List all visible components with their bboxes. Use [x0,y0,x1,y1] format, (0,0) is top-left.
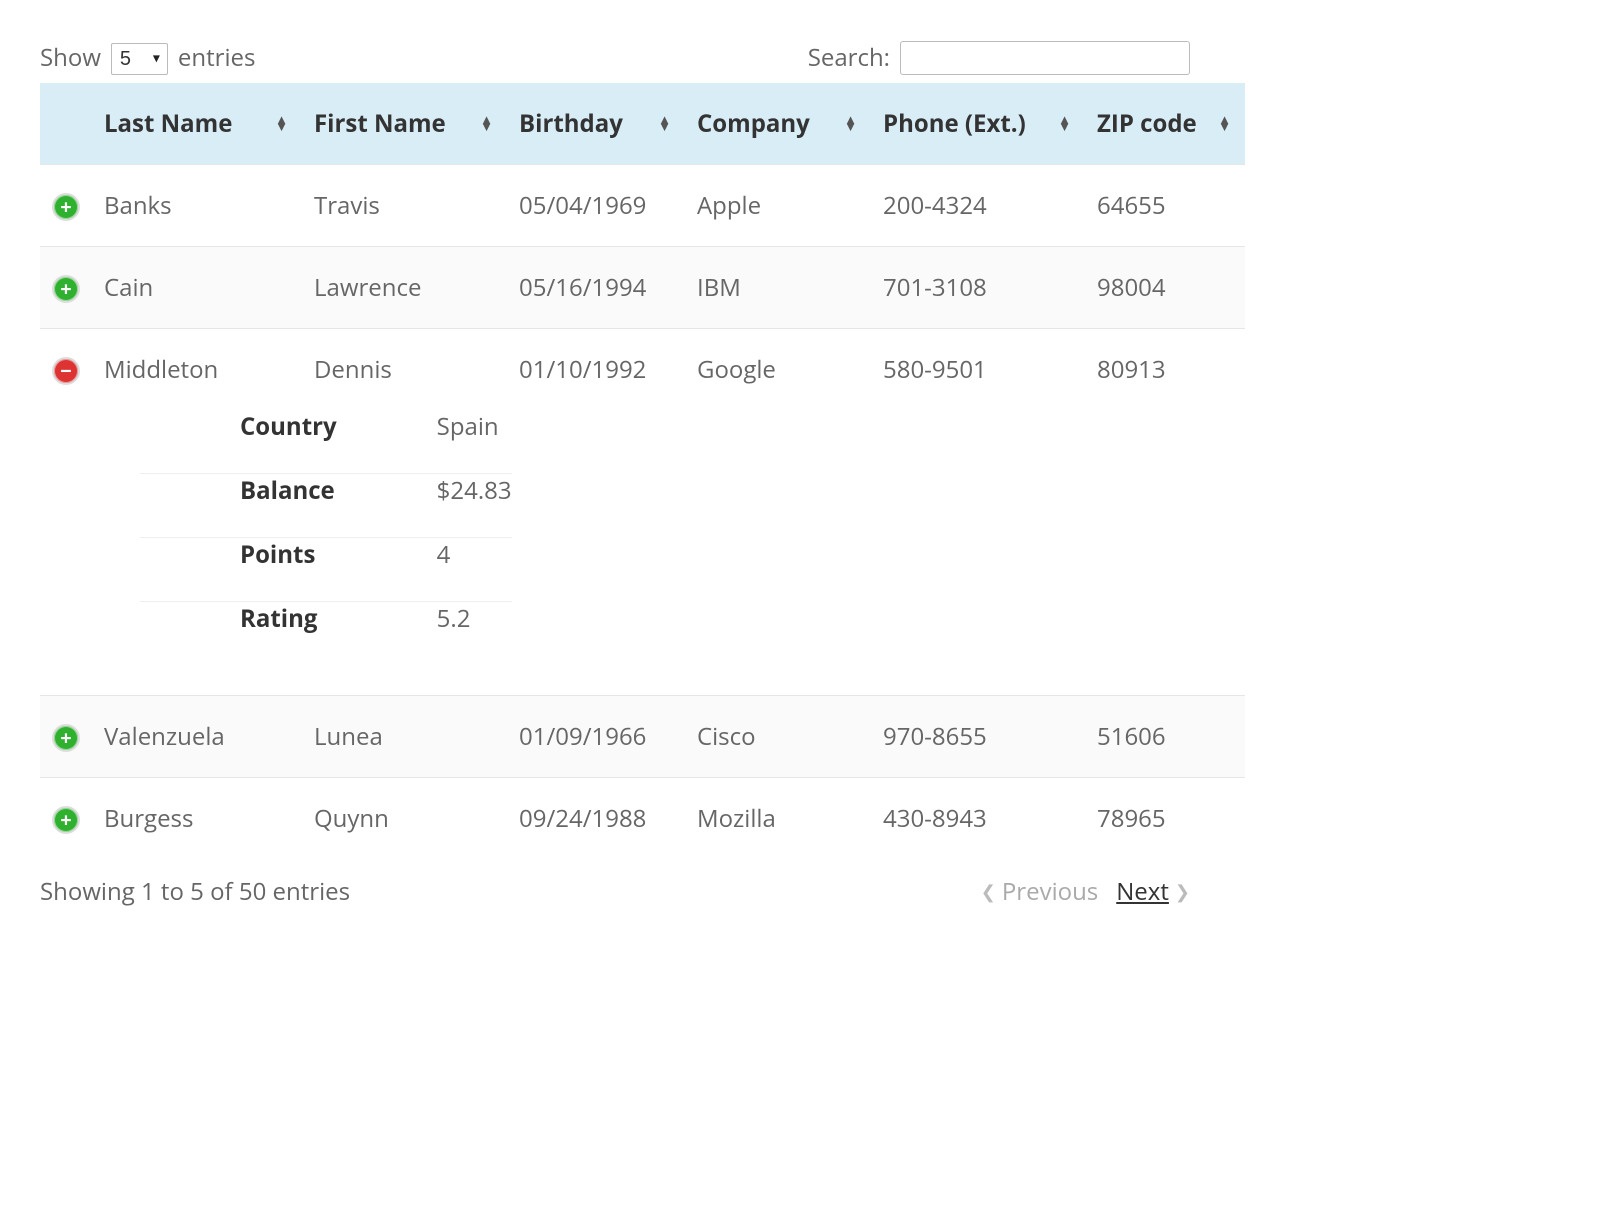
collapse-row-icon[interactable]: − [52,357,80,385]
next-label: Next [1116,875,1169,908]
detail-label-balance: Balance [140,474,337,538]
col-last-name[interactable]: Last Name ▲▼ [92,83,302,165]
expand-row-icon[interactable]: + [52,806,80,834]
table-row: + CainLawrence05/16/1994IBM701-310898004 [40,247,1245,329]
col-label: ZIP code [1097,107,1197,140]
cell-company: IBM [685,247,871,329]
cell-company: Cisco [685,696,871,778]
length-select-wrap: 5102550 [111,40,168,75]
expand-row-icon[interactable]: + [52,724,80,752]
expand-row-icon[interactable]: + [52,275,80,303]
cell-firstName: Dennis [302,329,507,411]
entries-label: entries [178,41,256,74]
cell-phone: 430-8943 [871,778,1085,860]
info-text: Showing 1 to 5 of 50 entries [40,875,350,908]
table-row: + ValenzuelaLunea01/09/1966Cisco970-86555… [40,696,1245,778]
cell-zip: 98004 [1085,247,1245,329]
expand-cell: + [40,696,92,778]
cell-lastName: Cain [92,247,302,329]
cell-lastName: Valenzuela [92,696,302,778]
table-controls: Show 5102550 entries Search: [40,40,1190,75]
sort-icon: ▲▼ [1058,116,1071,132]
col-birthday[interactable]: Birthday ▲▼ [507,83,685,165]
detail-label-points: Points [140,538,337,602]
cell-firstName: Lunea [302,696,507,778]
cell-phone: 580-9501 [871,329,1085,411]
data-table: Last Name ▲▼ First Name ▲▼ Birthday ▲▼ Comp… [40,83,1245,859]
sort-icon: ▲▼ [1218,116,1231,132]
detail-value-rating: 5.2 [337,602,512,666]
cell-phone: 701-3108 [871,247,1085,329]
cell-company: Mozilla [685,778,871,860]
sort-icon: ▲▼ [275,116,288,132]
table-row: + BanksTravis05/04/1969Apple200-432464655 [40,165,1245,247]
detail-value-points: 4 [337,538,512,602]
expand-cell: + [40,778,92,860]
cell-firstName: Lawrence [302,247,507,329]
col-company[interactable]: Company ▲▼ [685,83,871,165]
search-input[interactable] [900,41,1190,75]
table-row: −MiddletonDennis01/10/1992Google580-9501… [40,329,1245,411]
previous-label: Previous [1002,875,1098,908]
next-button[interactable]: Next ❯ [1116,875,1190,908]
expand-cell: − [40,329,92,411]
pager: ❮ Previous Next ❯ [981,875,1190,908]
cell-firstName: Travis [302,165,507,247]
expand-cell: + [40,247,92,329]
cell-zip: 64655 [1085,165,1245,247]
expand-column-header [40,83,92,165]
search-control: Search: [808,41,1190,75]
cell-birthday: 05/16/1994 [507,247,685,329]
sort-icon: ▲▼ [480,116,493,132]
col-label: Birthday [519,107,623,140]
col-first-name[interactable]: First Name ▲▼ [302,83,507,165]
previous-button[interactable]: ❮ Previous [981,875,1098,908]
cell-zip: 78965 [1085,778,1245,860]
cell-birthday: 05/04/1969 [507,165,685,247]
expand-row-icon[interactable]: + [52,193,80,221]
length-control: Show 5102550 entries [40,40,255,75]
col-label: Last Name [104,107,232,140]
cell-phone: 200-4324 [871,165,1085,247]
cell-zip: 80913 [1085,329,1245,411]
table-footer: Showing 1 to 5 of 50 entries ❮ Previous … [40,875,1190,908]
search-label: Search: [808,41,890,74]
col-label: Phone (Ext.) [883,107,1026,140]
sort-icon: ▲▼ [844,116,857,132]
col-label: Company [697,107,810,140]
show-label: Show [40,41,101,74]
chevron-left-icon: ❮ [981,880,996,904]
row-details: CountrySpainBalance$24.83Points4Rating5.… [40,410,1245,696]
cell-phone: 970-8655 [871,696,1085,778]
expand-cell: + [40,165,92,247]
cell-lastName: Banks [92,165,302,247]
detail-value-country: Spain [337,410,512,474]
cell-birthday: 01/09/1966 [507,696,685,778]
table-row: + BurgessQuynn09/24/1988Mozilla430-894378… [40,778,1245,860]
col-zip[interactable]: ZIP code ▲▼ [1085,83,1245,165]
cell-birthday: 01/10/1992 [507,329,685,411]
cell-lastName: Burgess [92,778,302,860]
cell-zip: 51606 [1085,696,1245,778]
length-select[interactable]: 5102550 [111,43,168,75]
detail-value-balance: $24.83 [337,474,512,538]
cell-birthday: 09/24/1988 [507,778,685,860]
detail-label-rating: Rating [140,602,337,666]
col-phone[interactable]: Phone (Ext.) ▲▼ [871,83,1085,165]
col-label: First Name [314,107,446,140]
cell-lastName: Middleton [92,329,302,411]
chevron-right-icon: ❯ [1175,880,1190,904]
cell-firstName: Quynn [302,778,507,860]
table-body: + BanksTravis05/04/1969Apple200-432464655… [40,165,1245,860]
detail-label-country: Country [140,410,337,474]
cell-company: Google [685,329,871,411]
cell-company: Apple [685,165,871,247]
table-head: Last Name ▲▼ First Name ▲▼ Birthday ▲▼ Comp… [40,83,1245,165]
sort-icon: ▲▼ [658,116,671,132]
